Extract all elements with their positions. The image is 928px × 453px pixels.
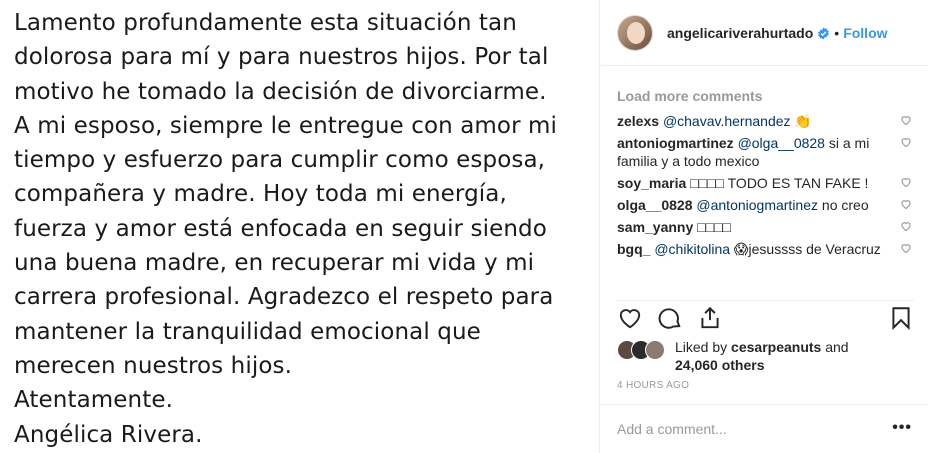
- bookmark-icon[interactable]: [888, 305, 914, 331]
- avatar[interactable]: [617, 14, 653, 51]
- comment-text: □□□□: [697, 219, 731, 235]
- share-icon[interactable]: [697, 305, 723, 331]
- comment-item: soy_maria □□□□ TODO ES TAN FAKE !: [617, 174, 912, 192]
- post-side-panel: angelicariverahurtado • Follow Load more…: [601, 0, 928, 453]
- verified-badge-icon: [818, 27, 830, 39]
- statement-line: una buena madre, en recuperar mi vida y …: [14, 250, 535, 277]
- statement-line: A mi esposo, siempre le entregue con amo…: [14, 112, 558, 139]
- statement-line: Angélica Rivera.: [14, 421, 203, 448]
- statement-line: motivo he tomado la decisión de divorcia…: [14, 78, 547, 105]
- comment-text: no creo: [818, 197, 869, 213]
- likes-summary: Liked by cesarpeanuts and 24,060 others: [617, 338, 912, 374]
- comment-like-icon[interactable]: [900, 242, 912, 254]
- statement-line: merecen nuestros hijos.: [14, 352, 292, 379]
- add-comment-input[interactable]: [617, 420, 887, 437]
- statement-line: Lamento profundamente esta situación tan: [14, 10, 517, 36]
- load-more-comments-button[interactable]: Load more comments: [617, 84, 912, 108]
- statement-text: Lamento profundamente esta situación tan…: [0, 0, 599, 452]
- comment-item: olga__0828 @antoniogmartinez no creo: [617, 196, 912, 214]
- comment-mention[interactable]: @olga__0828: [738, 135, 825, 151]
- comment-item: sam_yanny □□□□: [617, 218, 912, 236]
- post-author-username[interactable]: angelicariverahurtado: [667, 25, 830, 41]
- statement-line: carrera profesional. Agradezco el respet…: [14, 284, 554, 311]
- comments-list[interactable]: Load more comments zelexs @chavav.hernan…: [617, 80, 912, 288]
- likes-text: Liked by cesarpeanuts and 24,060 others: [675, 339, 849, 373]
- comment-username[interactable]: antoniogmartinez: [617, 135, 734, 151]
- comment-mention[interactable]: @chikitolina: [654, 241, 730, 257]
- comment-username[interactable]: bgq_: [617, 241, 650, 257]
- post-image: Lamento profundamente esta situación tan…: [0, 0, 600, 453]
- comment-item: antoniogmartinez @olga__0828 si a mi fam…: [617, 134, 912, 170]
- comment-like-icon[interactable]: [900, 176, 912, 188]
- liker-avatars[interactable]: [617, 340, 669, 362]
- likes-count[interactable]: 24,060 others: [675, 357, 765, 373]
- comment-like-icon[interactable]: [900, 136, 912, 148]
- follow-button[interactable]: Follow: [843, 25, 887, 41]
- comment-mention[interactable]: @antoniogmartinez: [696, 197, 818, 213]
- comment-username[interactable]: olga__0828: [617, 197, 693, 213]
- comment-like-icon[interactable]: [900, 114, 912, 126]
- comment-like-icon[interactable]: [900, 198, 912, 210]
- heart-icon[interactable]: [617, 305, 643, 331]
- comment-username[interactable]: soy_maria: [617, 175, 686, 191]
- comment-username[interactable]: zelexs: [617, 113, 659, 129]
- statement-line: mantener la tranquilidad emocional que: [14, 318, 481, 345]
- comment-item: bgq_ @chikitolina 😱jesussss de Veracruz: [617, 240, 912, 258]
- comment-text: 👏: [790, 113, 812, 129]
- comment-text: □□□□ TODO ES TAN FAKE !: [690, 175, 869, 191]
- post-header: angelicariverahurtado • Follow: [601, 0, 928, 66]
- comment-item: zelexs @chavav.hernandez 👏: [617, 112, 912, 130]
- comment-text: 😱jesussss de Veracruz: [730, 241, 881, 257]
- avatar: [645, 340, 665, 360]
- liker-username[interactable]: cesarpeanuts: [731, 339, 821, 355]
- statement-line: dolorosa para mí y para nuestros hijos. …: [14, 44, 549, 71]
- comment-icon[interactable]: [657, 305, 683, 331]
- add-comment-section: •••: [601, 404, 928, 452]
- post-actions-bar: [617, 300, 914, 334]
- post-timestamp[interactable]: 4 HOURS AGO: [617, 380, 689, 391]
- statement-line: Atentamente.: [14, 387, 173, 414]
- statement-line: fuerza y amor está enfocada en seguir si…: [14, 215, 547, 242]
- statement-line: compañera y madre. Hoy toda mi energía,: [14, 181, 507, 208]
- separator-dot: •: [834, 24, 840, 41]
- statement-line: tiempo y esfuerzo para cumplir como espo…: [14, 147, 546, 174]
- comment-like-icon[interactable]: [900, 220, 912, 232]
- comment-mention[interactable]: @chavav.hernandez: [663, 113, 791, 129]
- comment-username[interactable]: sam_yanny: [617, 219, 693, 235]
- more-options-icon[interactable]: •••: [892, 419, 912, 437]
